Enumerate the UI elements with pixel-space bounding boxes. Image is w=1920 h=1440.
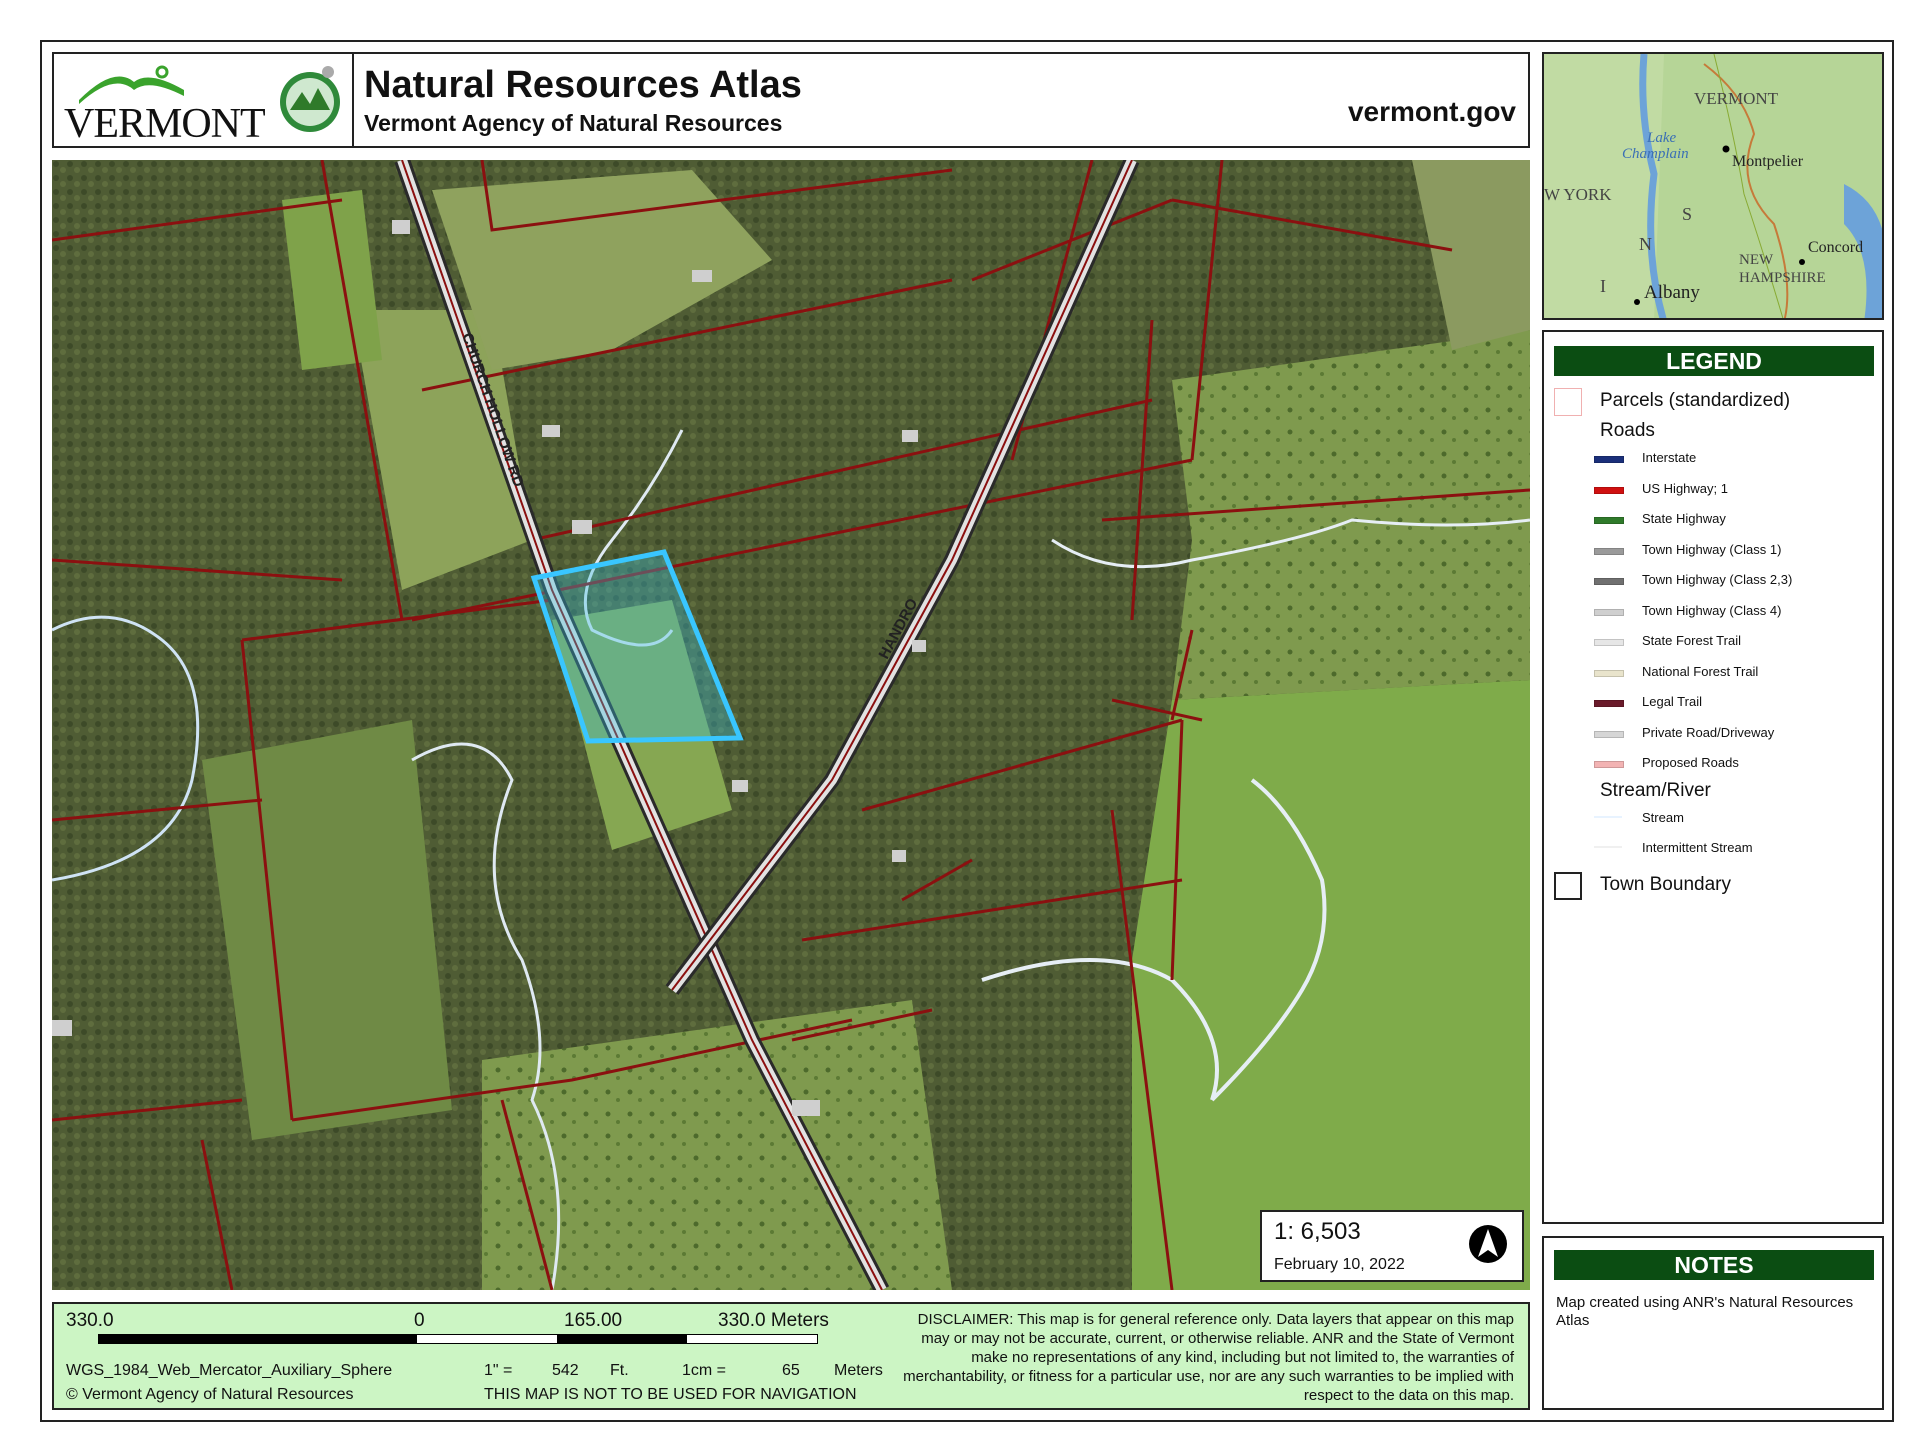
parcel-swatch [1554, 388, 1582, 416]
inset-label-lake: Lake [1646, 130, 1677, 146]
legend-road-label: Proposed Roads [1642, 755, 1739, 770]
scale-label-right: 330.0 Meters [718, 1310, 829, 1331]
map-header: VERMONT Natural Resources Atlas Vermont … [52, 52, 1530, 148]
map-notes: NOTES Map created using ANR's Natural Re… [1542, 1236, 1884, 1410]
legend-road-label: State Highway [1642, 511, 1726, 526]
map-title: Natural Resources Atlas [364, 64, 802, 106]
field-area [1132, 680, 1530, 1290]
inset-label-montpelier: Montpelier [1732, 153, 1804, 170]
north-arrow-icon [1469, 1225, 1507, 1263]
legend-road-swatch [1594, 456, 1624, 463]
map-footer: 330.0 0 165.00 330.0 Meters WGS_1984_Web… [52, 1302, 1530, 1410]
scale-label-zero: 0 [414, 1310, 425, 1331]
legend-road-label: National Forest Trail [1642, 663, 1759, 679]
notes-text: Map created using ANR's Natural Resource… [1556, 1294, 1854, 1329]
notes-title: NOTES [1554, 1250, 1874, 1280]
legend-road-label: Town Highway (Class 1) [1642, 541, 1782, 557]
legend-road-label: US Highway; 1 [1642, 480, 1728, 496]
map-canvas: CHURCH HOLLOW RD HANDRO [52, 160, 1530, 1290]
map-subtitle: Vermont Agency of Natural Resources [364, 110, 783, 136]
legend-stream-heading: Stream/River [1600, 780, 1711, 801]
inset-label-i: I [1600, 276, 1606, 296]
navigation-warning: THIS MAP IS NOT TO BE USED FOR NAVIGATIO… [484, 1386, 857, 1403]
inset-label-concord: Concord [1808, 239, 1863, 256]
legend-town-boundary-label: Town Boundary [1600, 874, 1731, 895]
scale-label-mid: 165.00 [564, 1310, 623, 1331]
copyright-label: © Vermont Agency of Natural Resources [66, 1386, 354, 1403]
aerial-map[interactable]: CHURCH HOLLOW RD HANDRO [52, 160, 1530, 1290]
scale-label-left: 330.0 [66, 1310, 114, 1331]
legend-road-label: Interstate [1642, 450, 1697, 465]
inset-label-s: S [1682, 204, 1692, 224]
inset-label-hampshire: HAMPSHIRE [1739, 270, 1826, 286]
legend-road-swatch [1594, 547, 1624, 555]
cm-scale-unit: Meters [834, 1362, 883, 1379]
inset-label-albany: Albany [1644, 282, 1700, 303]
inset-label-n: N [1639, 234, 1652, 254]
legend-road-label: State Forest Trail [1642, 633, 1741, 648]
legend-road-swatch [1594, 486, 1624, 494]
logo-text: VERMONT [64, 101, 266, 147]
projection-label: WGS_1984_Web_Mercator_Auxiliary_Sphere [66, 1362, 393, 1379]
scale-date-box: 1: 6,503 February 10, 2022 [1260, 1210, 1524, 1282]
legend-road-label: Private Road/Driveway [1642, 724, 1775, 740]
legend-stream-label: Intermittent Stream [1642, 840, 1753, 855]
legend-road-swatch [1594, 761, 1624, 768]
site-link[interactable]: vermont.gov [1348, 96, 1516, 128]
vermont-logo: VERMONT [54, 54, 354, 147]
legend-stream-swatch [1594, 846, 1622, 848]
legend-roads-heading: Roads [1600, 420, 1655, 441]
inset-label-champlain: Champlain [1622, 146, 1689, 162]
legend-road-swatch [1594, 578, 1624, 585]
legend-stream-label: Stream [1642, 810, 1684, 825]
legend-parcels-label: Parcels (standardized) [1600, 390, 1791, 411]
map-date: February 10, 2022 [1274, 1256, 1405, 1273]
scale-ratio: 1: 6,503 [1274, 1218, 1361, 1245]
inset-label-new: NEW [1739, 252, 1774, 268]
legend-road-swatch [1594, 639, 1624, 646]
inch-scale-value: 542 [552, 1362, 579, 1379]
legend-road-swatch [1594, 669, 1624, 677]
inset-canvas: VERMONT Lake Champlain Montpelier W YORK… [1544, 54, 1882, 318]
locator-inset-map: VERMONT Lake Champlain Montpelier W YORK… [1542, 52, 1884, 320]
legend-road-swatch [1594, 517, 1624, 524]
field-area [1172, 330, 1530, 700]
state-seal-icon [280, 66, 340, 132]
legend-road-label: Town Highway (Class 4) [1642, 602, 1782, 618]
legend-road-label: Legal Trail [1642, 694, 1702, 709]
legend-road-label: Town Highway (Class 2,3) [1642, 572, 1793, 587]
legend-road-swatch [1594, 730, 1624, 738]
legend-stream-swatch [1594, 816, 1622, 818]
inch-scale-label: 1" = [484, 1362, 513, 1379]
legend-title: LEGEND [1554, 346, 1874, 376]
cm-scale-label: 1cm = [682, 1362, 727, 1379]
disclaimer-text: DISCLAIMER: This map is for general refe… [903, 1311, 1514, 1404]
town-boundary-swatch [1554, 872, 1582, 900]
inch-scale-unit: Ft. [610, 1362, 629, 1379]
legend-road-swatch [1594, 700, 1624, 707]
inset-label-york: W YORK [1544, 185, 1612, 204]
scale-bar [98, 1334, 818, 1344]
legend-road-swatch [1594, 608, 1624, 616]
map-legend: LEGEND Parcels (standardized) Roads Inte… [1542, 330, 1884, 1224]
inset-label-vermont: VERMONT [1694, 89, 1779, 108]
cm-scale-value: 65 [782, 1362, 800, 1379]
